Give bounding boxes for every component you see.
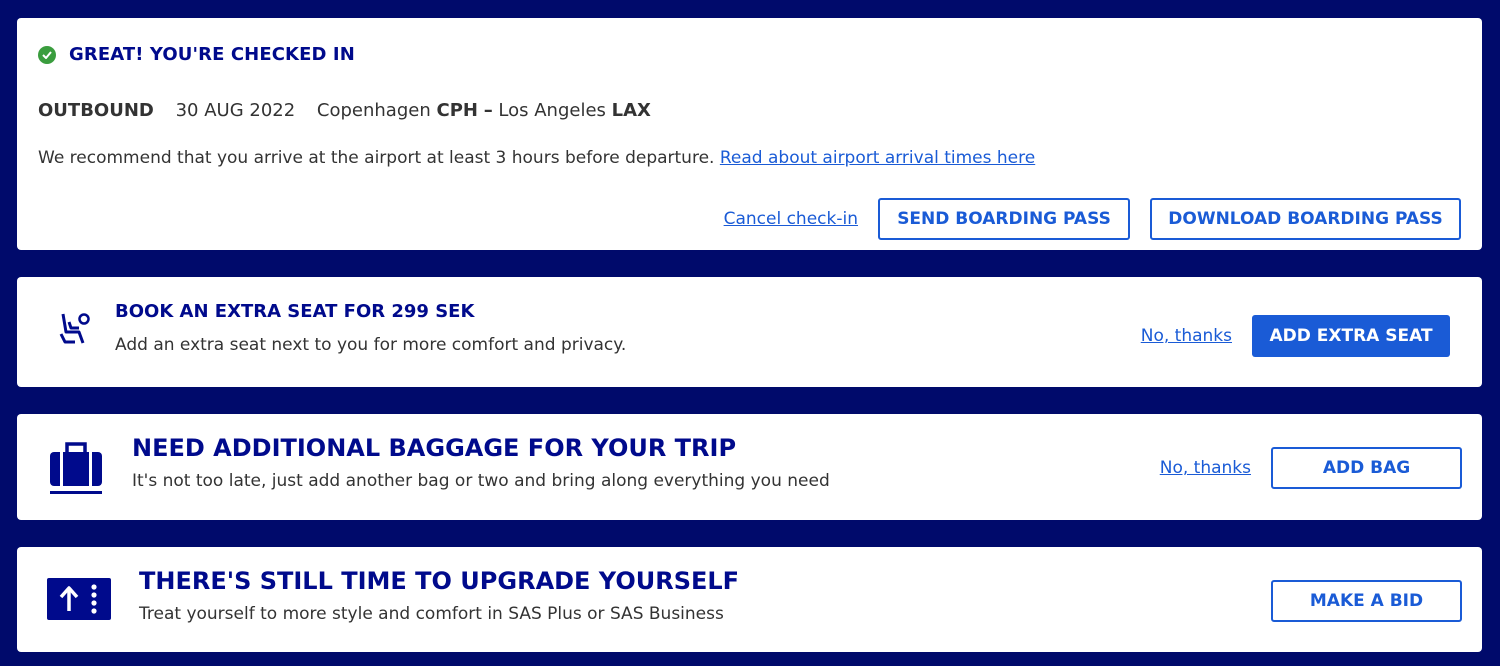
origin-code: CPH — [436, 100, 478, 121]
upgrade-card: THERE'S STILL TIME TO UPGRADE YOURSELF T… — [17, 547, 1482, 652]
add-bag-button[interactable]: ADD BAG — [1271, 447, 1462, 489]
flight-direction: OUTBOUND — [38, 100, 154, 121]
flight-route: OUTBOUND 30 AUG 2022 Copenhagen CPH – Lo… — [38, 100, 651, 121]
extra-seat-decline-link[interactable]: No, thanks — [1141, 326, 1232, 346]
send-boarding-pass-button[interactable]: SEND BOARDING PASS — [878, 198, 1130, 240]
suitcase-icon — [49, 440, 103, 500]
checkin-actions: Cancel check-in SEND BOARDING PASS DOWNL… — [724, 198, 1461, 240]
baggage-actions: No, thanks ADD BAG — [1160, 447, 1462, 489]
upgrade-title: THERE'S STILL TIME TO UPGRADE YOURSELF — [139, 567, 740, 595]
extra-seat-actions: No, thanks ADD EXTRA SEAT — [1141, 315, 1450, 357]
make-a-bid-button[interactable]: MAKE A BID — [1271, 580, 1462, 622]
arrival-times-link[interactable]: Read about airport arrival times here — [720, 148, 1035, 168]
flight-date: 30 AUG 2022 — [175, 100, 296, 121]
add-extra-seat-button[interactable]: ADD EXTRA SEAT — [1252, 315, 1450, 357]
checkin-card: GREAT! YOU'RE CHECKED IN OUTBOUND 30 AUG… — [17, 18, 1482, 250]
checkin-status: GREAT! YOU'RE CHECKED IN — [38, 44, 355, 65]
recommendation-text: We recommend that you arrive at the airp… — [38, 148, 715, 168]
checkin-status-title: GREAT! YOU'RE CHECKED IN — [69, 44, 355, 65]
extra-seat-card: BOOK AN EXTRA SEAT FOR 299 SEK Add an ex… — [17, 277, 1482, 387]
cancel-checkin-link[interactable]: Cancel check-in — [724, 209, 858, 229]
baggage-description: It's not too late, just add another bag … — [132, 471, 830, 491]
baggage-title: NEED ADDITIONAL BAGGAGE FOR YOUR TRIP — [132, 434, 737, 462]
route-separator: – — [483, 100, 493, 121]
extra-seat-title: BOOK AN EXTRA SEAT FOR 299 SEK — [115, 301, 475, 322]
destination-code: LAX — [611, 100, 651, 121]
baggage-decline-link[interactable]: No, thanks — [1160, 458, 1251, 478]
download-boarding-pass-button[interactable]: DOWNLOAD BOARDING PASS — [1150, 198, 1461, 240]
extra-seat-description: Add an extra seat next to you for more c… — [115, 335, 627, 355]
upgrade-description: Treat yourself to more style and comfort… — [139, 604, 724, 624]
arrival-recommendation: We recommend that you arrive at the airp… — [38, 148, 1035, 168]
origin-city: Copenhagen — [316, 100, 431, 121]
baggage-card: NEED ADDITIONAL BAGGAGE FOR YOUR TRIP It… — [17, 414, 1482, 520]
destination-city: Los Angeles — [498, 100, 606, 121]
checkmark-circle-icon — [38, 45, 56, 64]
upgrade-actions: MAKE A BID — [1271, 580, 1462, 622]
seat-icon — [57, 310, 93, 350]
upgrade-ticket-icon — [47, 578, 111, 624]
